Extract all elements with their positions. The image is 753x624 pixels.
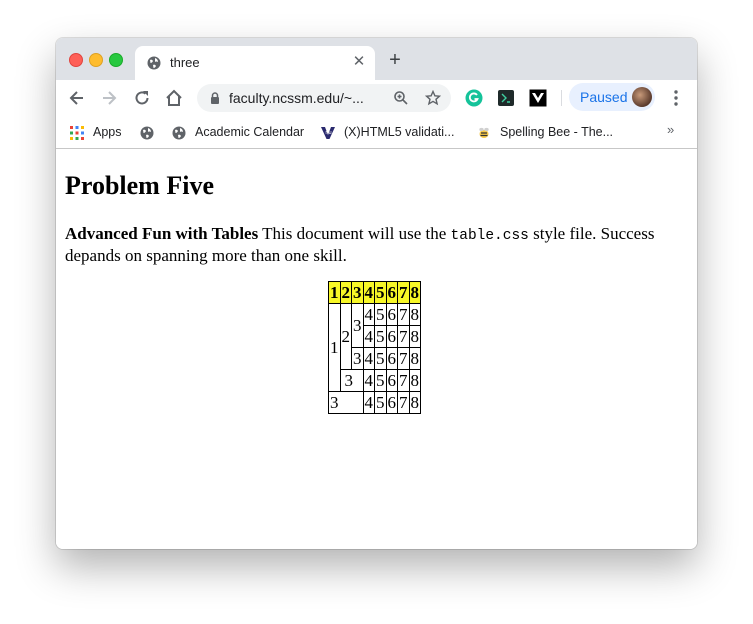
table-cell: 6	[385, 303, 398, 326]
bookmark-apps-label: Apps	[93, 125, 122, 139]
header-cell: 1	[328, 281, 341, 304]
apps-grid-icon	[70, 125, 84, 140]
tab-strip: three ✕ +	[56, 38, 697, 80]
table-row: 1 2 3 4 5 6 7 8	[328, 303, 421, 392]
new-tab-button[interactable]: +	[386, 50, 404, 70]
page-title: Problem Five	[65, 171, 214, 200]
table-cell: 7	[397, 369, 410, 392]
profile-button[interactable]: Paused	[569, 83, 655, 111]
table-cell: 8	[408, 391, 421, 414]
table-cell: 4	[362, 347, 375, 370]
home-icon[interactable]	[164, 88, 184, 108]
table-cell: 7	[397, 391, 410, 414]
bookmark-globe[interactable]	[140, 122, 163, 142]
intro-code-text: table.css	[450, 228, 529, 244]
table-cell: 4	[362, 303, 375, 326]
table-cell: 8	[408, 303, 421, 326]
browser-window: three ✕ + faculty.ncssm.edu/~... Paused …	[56, 38, 697, 549]
bookmark-spelling-bee-label: Spelling Bee - The...	[500, 125, 614, 139]
table-cell: 1	[328, 303, 341, 392]
span-table: 1 2 3 4 5 6 7 8 1 2 3 4 5 6 7 8 4 5 6 7 …	[328, 281, 421, 414]
table-row: 3 4 5 6 7 8	[328, 391, 421, 414]
table-cell: 3	[339, 369, 364, 392]
page-content: Problem Five Advanced Fun with Tables Th…	[56, 149, 697, 549]
header-cell: 4	[362, 281, 375, 304]
header-cell: 3	[351, 281, 364, 304]
table-cell: 7	[397, 303, 410, 326]
bookmark-star-icon[interactable]	[425, 90, 441, 106]
table-cell: 3	[351, 303, 364, 348]
globe-icon	[172, 126, 186, 140]
tab-three[interactable]: three ✕	[135, 46, 375, 80]
globe-icon	[147, 56, 161, 70]
more-bookmarks-chevron-icon[interactable]: »	[667, 122, 674, 137]
header-cell: 7	[397, 281, 410, 304]
table-cell: 6	[385, 325, 398, 348]
table-cell: 5	[374, 325, 387, 348]
extension-dark-icon[interactable]	[497, 89, 515, 107]
header-cell: 2	[339, 281, 352, 304]
table-cell: 8	[408, 369, 421, 392]
header-cell: 8	[408, 281, 421, 304]
table-cell: 7	[397, 347, 410, 370]
bookmark-academic-calendar[interactable]: Academic Calendar	[172, 122, 304, 142]
bookmark-html5-validator-label: (X)HTML5 validati...	[344, 125, 455, 139]
table-cell: 5	[374, 347, 387, 370]
toolbar: faculty.ncssm.edu/~... Paused	[56, 80, 697, 116]
url-text: faculty.ncssm.edu/~...	[229, 90, 364, 106]
grammarly-icon[interactable]	[465, 89, 483, 107]
table-header-row: 1 2 3 4 5 6 7 8	[328, 281, 421, 304]
toolbar-separator	[561, 90, 562, 106]
minimize-window-button[interactable]	[89, 53, 103, 67]
reload-icon[interactable]	[132, 88, 152, 108]
table-cell: 6	[385, 347, 398, 370]
table-cell: 7	[397, 325, 410, 348]
close-window-button[interactable]	[69, 53, 83, 67]
table-cell: 3	[351, 347, 364, 370]
table-row: 3 4 5 6 7 8	[329, 369, 421, 392]
table-cell: 4	[362, 391, 375, 414]
table-cell: 8	[408, 325, 421, 348]
header-cell: 5	[374, 281, 387, 304]
back-icon[interactable]	[67, 88, 87, 108]
table-cell: 5	[374, 391, 387, 414]
forward-icon[interactable]	[99, 88, 119, 108]
bookmark-html5-validator[interactable]: nu (X)HTML5 validati...	[321, 122, 454, 142]
zoom-window-button[interactable]	[109, 53, 123, 67]
bookmark-apps[interactable]: Apps	[70, 122, 122, 142]
intro-bold-text: Advanced Fun with Tables	[65, 224, 259, 243]
table-cell: 3	[328, 391, 364, 414]
address-bar[interactable]: faculty.ncssm.edu/~...	[197, 84, 451, 112]
tab-title: three	[170, 55, 200, 70]
svg-text:nu: nu	[325, 130, 331, 136]
table-cell: 4	[362, 325, 375, 348]
close-tab-icon[interactable]: ✕	[351, 52, 367, 72]
intro-paragraph: Advanced Fun with Tables This document w…	[65, 224, 685, 266]
table-cell: 6	[385, 391, 398, 414]
lock-icon[interactable]	[210, 92, 220, 104]
validator-icon: nu	[321, 126, 335, 139]
table-cell: 2	[339, 303, 352, 370]
bookmarks-bar: Apps Academic Calendar nu (X)HTML5 valid…	[56, 116, 697, 149]
menu-dots-icon[interactable]	[668, 89, 684, 107]
bee-icon	[479, 127, 489, 138]
table-cell: 5	[374, 303, 387, 326]
avatar	[632, 87, 652, 107]
intro-text-1: This document will use the	[258, 224, 451, 243]
header-cell: 6	[385, 281, 398, 304]
vue-devtools-icon[interactable]	[529, 89, 547, 107]
zoom-icon[interactable]	[393, 90, 409, 106]
table-cell: 4	[362, 369, 375, 392]
profile-status-label: Paused	[580, 89, 628, 105]
bookmark-spelling-bee[interactable]: Spelling Bee - The...	[477, 122, 613, 142]
table-cell: 5	[374, 369, 387, 392]
bookmark-academic-calendar-label: Academic Calendar	[195, 125, 305, 139]
table-cell: 8	[408, 347, 421, 370]
table-cell: 6	[385, 369, 398, 392]
globe-icon	[140, 126, 154, 140]
